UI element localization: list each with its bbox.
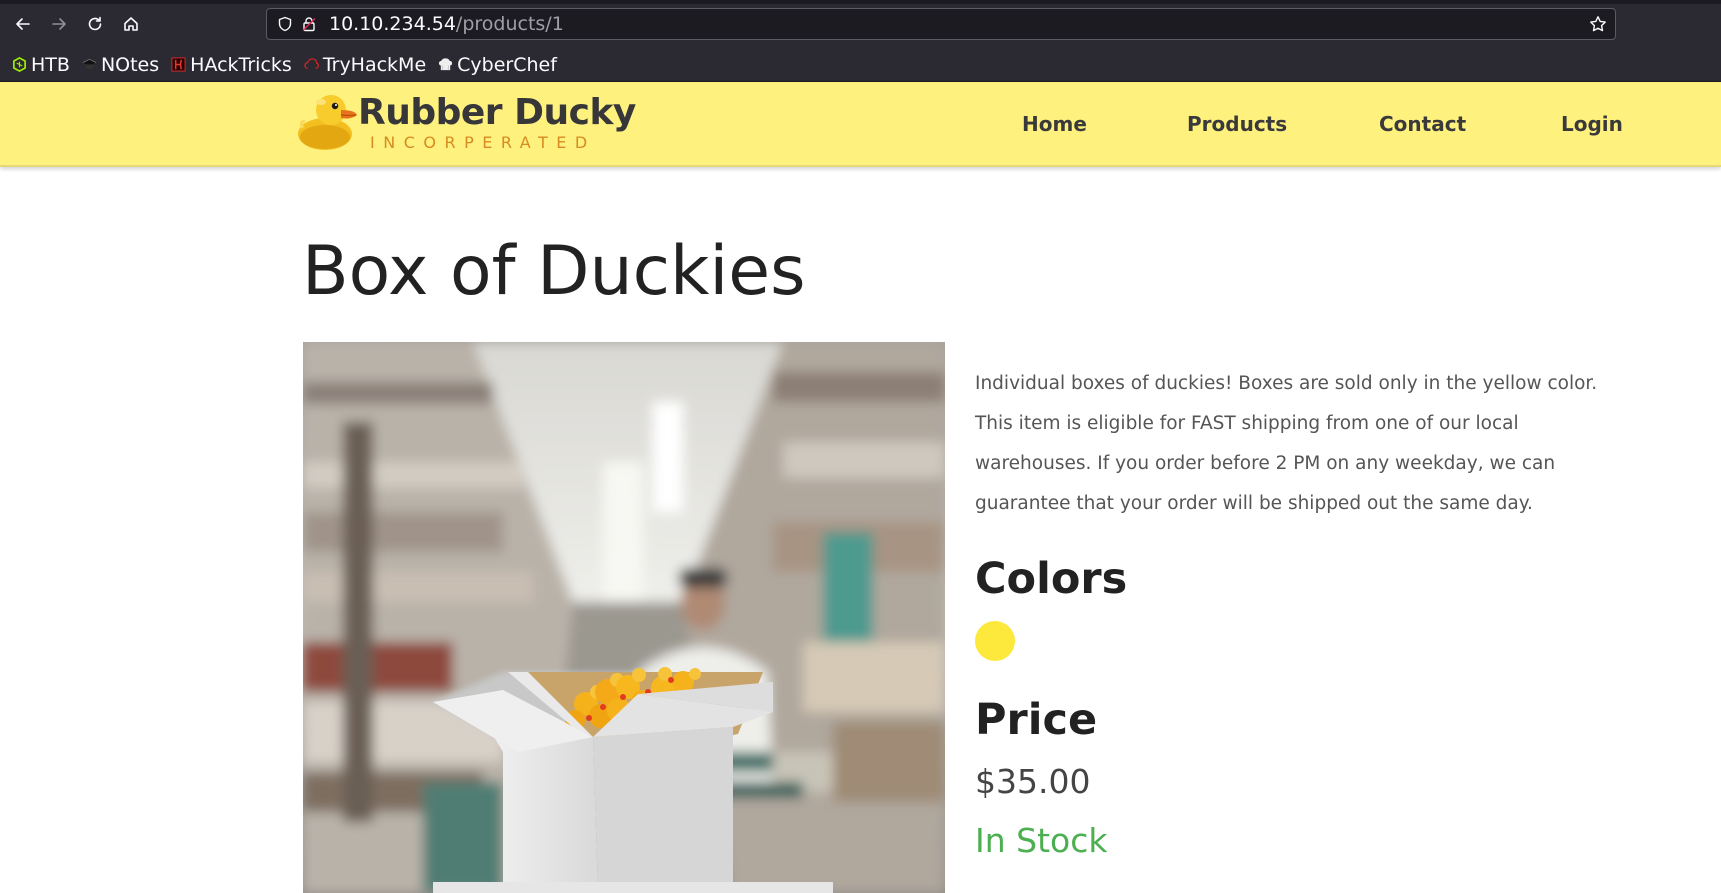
color-swatch-yellow[interactable]: [975, 621, 1015, 661]
forward-button[interactable]: [45, 10, 73, 38]
brand-tagline: INCORPERATED: [370, 133, 596, 152]
url-text[interactable]: 10.10.234.54/products/1: [329, 14, 564, 34]
site-logo[interactable]: Rubber Ducky INCORPERATED: [295, 88, 636, 156]
site-header: Rubber Ducky INCORPERATED Home Products …: [0, 82, 1721, 167]
product-title: Box of Duckies: [302, 232, 806, 311]
arrow-right-icon: [52, 18, 66, 30]
nav-login-link[interactable]: Login: [1561, 112, 1623, 136]
url-path: /products/1: [455, 13, 564, 35]
home-button[interactable]: [117, 10, 145, 38]
bookmark-star-icon[interactable]: [1589, 15, 1607, 33]
bookmarks-toolbar: HTB NOtes HAckTricks TryHackMe CyberChef: [0, 48, 1721, 82]
bookmark-label: NOtes: [100, 53, 160, 76]
browser-toolbar: 10.10.234.54/products/1: [0, 0, 1721, 48]
insecure-lock-icon[interactable]: [301, 16, 317, 32]
hacktricks-icon: [171, 57, 186, 72]
product-price: $35.00: [975, 762, 1091, 801]
htb-icon: [13, 57, 26, 72]
bookmark-tryhackme[interactable]: TryHackMe: [304, 52, 426, 78]
bookmark-label: HTB: [31, 53, 70, 76]
notes-icon: [82, 58, 97, 69]
tab-strip-edge: [0, 0, 1721, 4]
bookmark-label: HAckTricks: [190, 53, 292, 76]
arrow-left-icon: [16, 18, 30, 30]
bookmark-cyberchef[interactable]: CyberChef: [438, 52, 557, 78]
product-image: [303, 342, 945, 893]
colors-heading: Colors: [975, 554, 1128, 604]
address-bar[interactable]: 10.10.234.54/products/1: [266, 8, 1616, 40]
back-button[interactable]: [9, 10, 37, 38]
brand-name: Rubber Ducky: [358, 92, 636, 133]
price-heading: Price: [975, 695, 1098, 745]
bookmark-htb[interactable]: HTB: [12, 52, 70, 78]
rubber-duck-logo-icon: [298, 95, 357, 150]
nav-products-link[interactable]: Products: [1187, 112, 1287, 136]
home-icon: [124, 17, 138, 31]
product-description: Individual boxes of duckies! Boxes are s…: [975, 373, 1598, 514]
reload-icon: [88, 16, 102, 31]
reload-button[interactable]: [81, 10, 109, 38]
bookmark-hacktricks[interactable]: HAckTricks: [171, 52, 292, 78]
warehouse-duck-box-photo: [303, 342, 945, 893]
stock-status: In Stock: [975, 821, 1108, 860]
bookmark-label: CyberChef: [457, 53, 557, 76]
nav-contact-link[interactable]: Contact: [1379, 112, 1466, 136]
tryhackme-icon: [304, 58, 319, 69]
cyberchef-icon: [439, 58, 453, 71]
nav-home-link[interactable]: Home: [1022, 112, 1087, 136]
bookmark-notes[interactable]: NOtes: [82, 52, 159, 78]
bookmark-label: TryHackMe: [322, 53, 427, 76]
url-host: 10.10.234.54: [329, 13, 456, 35]
shield-icon[interactable]: [277, 16, 293, 32]
